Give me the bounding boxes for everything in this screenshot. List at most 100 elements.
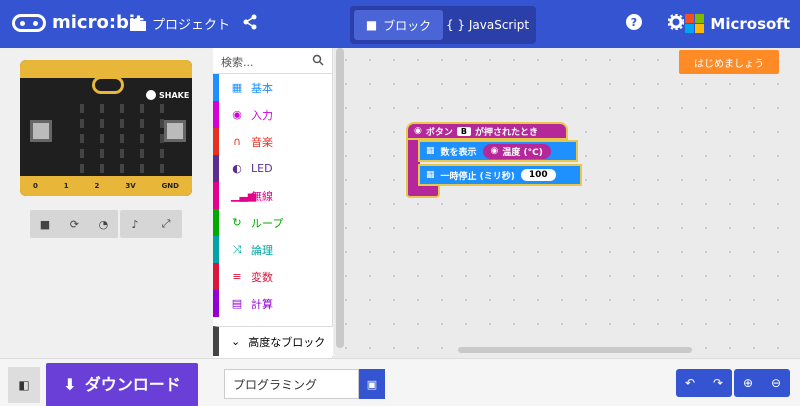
- workspace-vertical-scrollbar[interactable]: [336, 48, 344, 348]
- save-icon: ▣: [366, 377, 378, 391]
- simulator-panel: SHAKE 0 1 2 3V GND ■ ⟳ ◔ ♪ ⤢: [0, 48, 212, 358]
- grid-icon: ▦: [426, 146, 435, 156]
- category-math[interactable]: ▤ 計算: [213, 290, 332, 317]
- category-radio[interactable]: ▁▃▅ 無線: [213, 182, 332, 209]
- category-label: ループ: [251, 216, 284, 230]
- folder-icon: [130, 18, 146, 31]
- target-icon: ◉: [414, 126, 422, 136]
- gear-icon: [668, 14, 684, 30]
- getting-started-button[interactable]: はじめましょう: [679, 50, 779, 74]
- search-icon: [312, 54, 324, 66]
- category-input[interactable]: ◉ 入力: [213, 101, 332, 128]
- show-number-label: 数を表示: [440, 147, 477, 158]
- microbit-logo-icon: [12, 13, 46, 32]
- sim-controls-main: ■ ⟳ ◔: [30, 210, 118, 238]
- microbit-logo[interactable]: micro:bit: [12, 12, 144, 33]
- search-placeholder: 検索...: [221, 56, 254, 69]
- category-led[interactable]: ◐ LED: [213, 155, 332, 182]
- zoom-in-icon[interactable]: ⊕: [734, 369, 762, 397]
- category-logic[interactable]: ⤨ 論理: [213, 236, 332, 263]
- microsoft-squares-icon: [685, 14, 705, 33]
- tab-javascript[interactable]: { } JavaScript: [443, 10, 532, 40]
- pause-value-field[interactable]: 100: [520, 169, 556, 181]
- workspace-horizontal-scrollbar[interactable]: [458, 347, 692, 353]
- toolbox: 検索... ▦ 基本 ◉ 入力 ∩ 音楽 ◐ LED ▁▃▅ 無線 ↻ ループ …: [213, 48, 333, 358]
- undo-redo-group: ↶ ↷: [676, 369, 732, 397]
- tab-blocks[interactable]: ■ ブロック: [354, 10, 443, 40]
- pin-3v[interactable]: 3V: [125, 182, 135, 190]
- share-button[interactable]: [242, 14, 258, 30]
- collapse-icon: ◧: [18, 378, 30, 392]
- board-face-icon: [92, 76, 124, 94]
- redo-icon[interactable]: ↷: [704, 369, 732, 397]
- search-field[interactable]: 検索...: [213, 48, 332, 74]
- undo-icon[interactable]: ↶: [676, 369, 704, 397]
- shake-label: SHAKE: [159, 90, 190, 100]
- stop-icon[interactable]: ■: [40, 218, 50, 231]
- signal-icon: ▁▃▅: [231, 189, 257, 202]
- toggle-icon: ◐: [232, 162, 242, 175]
- grid-icon: ▦: [426, 170, 435, 180]
- temperature-block[interactable]: ◉ 温度 (°C): [482, 143, 551, 159]
- pause-block[interactable]: ▦ 一時停止 (ミリ秒) 100: [418, 164, 582, 186]
- event-suffix: が押されたとき: [474, 127, 538, 138]
- pause-label: 一時停止 (ミリ秒): [440, 171, 515, 182]
- brand-label: Microsoft: [710, 14, 790, 33]
- save-button[interactable]: ▣: [359, 369, 385, 399]
- slowmo-icon[interactable]: ◔: [99, 218, 109, 231]
- category-label: 入力: [251, 108, 273, 122]
- target-icon: ◉: [232, 108, 242, 121]
- sim-controls-extra: ♪ ⤢: [120, 210, 182, 238]
- zoom-group: ⊕ ⊖: [734, 369, 790, 397]
- pin-0[interactable]: 0: [33, 182, 38, 190]
- bottom-bar: ◧ ⬇ ダウンロード ▣ ↶ ↷ ⊕ ⊖: [0, 358, 800, 406]
- category-music[interactable]: ∩ 音楽: [213, 128, 332, 155]
- puzzle-icon: ■: [365, 18, 378, 32]
- svg-text:?: ?: [631, 16, 637, 29]
- fullscreen-icon[interactable]: ⤢: [162, 217, 171, 231]
- project-name-input[interactable]: [224, 369, 359, 399]
- download-icon: ⬇: [63, 375, 77, 395]
- shake-button[interactable]: SHAKE: [146, 90, 189, 100]
- restart-icon[interactable]: ⟳: [70, 218, 79, 231]
- projects-button[interactable]: プロジェクト: [130, 14, 230, 33]
- show-number-block[interactable]: ▦ 数を表示 ◉ 温度 (°C): [418, 140, 578, 162]
- category-label: LED: [251, 162, 273, 175]
- calculator-icon: ▤: [231, 297, 243, 310]
- pin-strip: 0 1 2 3V GND: [20, 176, 192, 196]
- projects-label: プロジェクト: [152, 18, 231, 33]
- pin-1[interactable]: 1: [64, 182, 69, 190]
- download-label: ダウンロード: [84, 375, 181, 395]
- sound-icon[interactable]: ♪: [132, 218, 139, 231]
- settings-button[interactable]: [668, 14, 684, 30]
- blocks-workspace[interactable]: [334, 48, 800, 358]
- pin-2[interactable]: 2: [95, 182, 100, 190]
- event-block-bottom: [406, 186, 440, 198]
- category-loops[interactable]: ↻ ループ: [213, 209, 332, 236]
- pin-gnd[interactable]: GND: [162, 182, 179, 190]
- download-button[interactable]: ⬇ ダウンロード: [46, 363, 198, 406]
- collapse-simulator-button[interactable]: ◧: [8, 367, 40, 403]
- button-dropdown[interactable]: B: [456, 126, 471, 136]
- on-button-pressed-block[interactable]: ◉ ボタン B が押されたとき: [406, 122, 568, 140]
- category-label: 論理: [251, 243, 273, 257]
- help-button[interactable]: ?: [626, 14, 642, 30]
- shake-icon: [146, 90, 156, 100]
- grid-icon: ▦: [231, 81, 243, 94]
- category-variables[interactable]: ≡ 変数: [213, 263, 332, 290]
- category-basic[interactable]: ▦ 基本: [213, 74, 332, 101]
- category-advanced[interactable]: ⌄ 高度なブロック: [213, 326, 333, 356]
- header-bar: micro:bit プロジェクト ■ ブロック { } JavaScript ?…: [0, 0, 800, 48]
- list-icon: ≡: [232, 270, 242, 283]
- button-a[interactable]: [30, 120, 52, 142]
- help-icon: ?: [626, 14, 642, 30]
- tab-blocks-label: ブロック: [383, 18, 432, 33]
- category-label: 音楽: [251, 135, 273, 149]
- temperature-label: 温度 (°C): [502, 147, 543, 158]
- category-label: 変数: [251, 270, 273, 284]
- category-label: 無線: [251, 189, 273, 203]
- shuffle-icon: ⤨: [232, 242, 242, 256]
- category-label: 計算: [251, 297, 273, 311]
- microsoft-logo[interactable]: Microsoft: [685, 14, 790, 33]
- zoom-out-icon[interactable]: ⊖: [762, 369, 790, 397]
